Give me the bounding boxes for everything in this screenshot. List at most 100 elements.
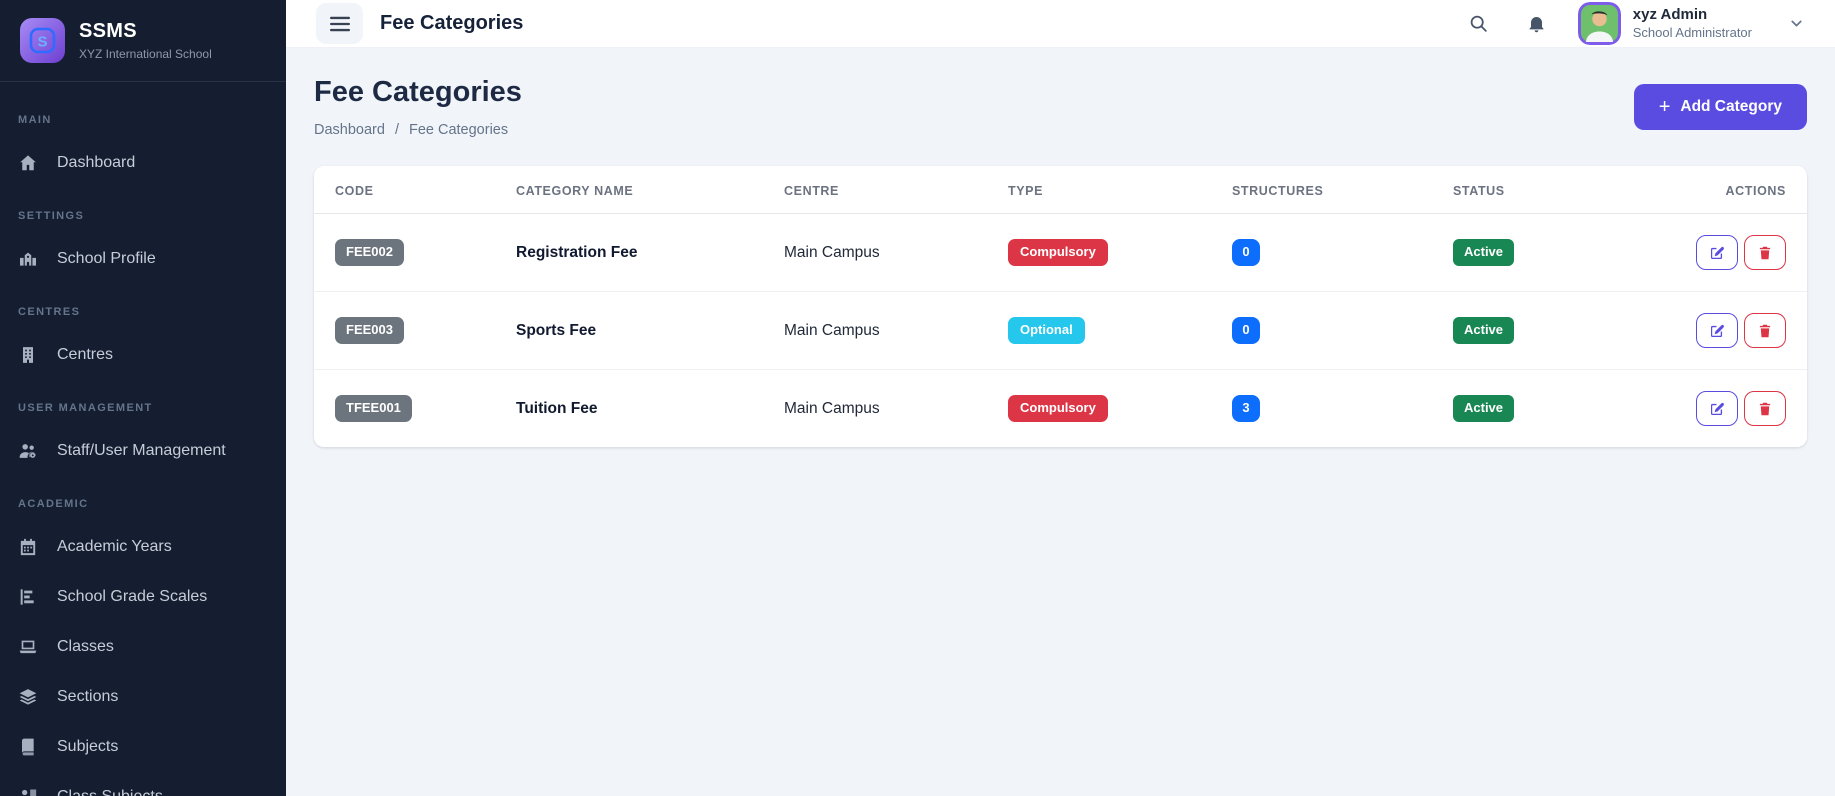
sidebar-item-school-profile[interactable]: School Profile	[0, 234, 286, 284]
table-header-row: CODECATEGORY NAMECENTRETYPESTRUCTURESSTA…	[314, 166, 1807, 214]
code-badge: TFEE001	[335, 395, 412, 422]
sidebar-item-label: Subjects	[57, 738, 118, 756]
app-root: S SSMS XYZ International School MAIN Dash…	[0, 0, 1835, 796]
sidebar-item-label: Classes	[57, 638, 114, 656]
add-category-label: Add Category	[1680, 98, 1782, 116]
nav-section-label-user-management: USER MANAGEMENT	[0, 380, 286, 426]
column-header-structures: STRUCTURES	[1218, 166, 1439, 214]
delete-button[interactable]	[1744, 391, 1786, 426]
chalkboard-user-icon	[18, 787, 38, 796]
code-badge: FEE003	[335, 317, 404, 344]
type-badge: Compulsory	[1008, 395, 1108, 422]
users-gear-icon	[18, 441, 38, 461]
topbar-title: Fee Categories	[380, 12, 523, 35]
layers-icon	[18, 687, 38, 707]
edit-icon	[1709, 323, 1725, 339]
breadcrumb-dashboard-link[interactable]: Dashboard	[314, 122, 385, 138]
column-header-actions: ACTIONS	[1639, 166, 1807, 214]
add-category-button[interactable]: + Add Category	[1634, 84, 1807, 130]
table-row-tfee001: TFEE001Tuition FeeMain CampusCompulsory3…	[314, 370, 1807, 448]
hamburger-icon	[330, 16, 350, 32]
nav-section-label-settings: SETTINGS	[0, 188, 286, 234]
sidebar-item-label: Class Subjects	[57, 788, 163, 796]
structures-count-badge: 0	[1232, 317, 1260, 344]
brand: S SSMS XYZ International School	[0, 0, 286, 82]
sidebar-item-dashboard[interactable]: Dashboard	[0, 138, 286, 188]
column-header-category-name: CATEGORY NAME	[502, 166, 770, 214]
type-badge: Compulsory	[1008, 239, 1108, 266]
chevron-down-icon[interactable]	[1788, 15, 1805, 32]
structures-count-badge: 0	[1232, 239, 1260, 266]
structures-count-badge: 3	[1232, 395, 1260, 422]
notifications-bell-icon[interactable]	[1520, 7, 1554, 41]
brand-title: SSMS	[79, 20, 212, 43]
search-icon[interactable]	[1462, 7, 1496, 41]
sidebar-item-label: Dashboard	[57, 154, 135, 172]
sidebar-item-class-subjects[interactable]: Class Subjects	[0, 772, 286, 796]
trash-icon	[1757, 401, 1773, 417]
breadcrumb-separator: /	[395, 122, 399, 138]
office-building-icon	[18, 345, 38, 365]
column-header-centre: CENTRE	[770, 166, 994, 214]
plus-icon: +	[1659, 97, 1671, 117]
edit-button[interactable]	[1696, 235, 1738, 270]
category-name: Tuition Fee	[516, 400, 598, 417]
avatar[interactable]	[1578, 2, 1621, 45]
centre-cell: Main Campus	[770, 292, 994, 370]
sidebar-item-classes[interactable]: Classes	[0, 622, 286, 672]
delete-button[interactable]	[1744, 235, 1786, 270]
centre-cell: Main Campus	[770, 214, 994, 292]
edit-button[interactable]	[1696, 313, 1738, 348]
sidebar-item-school-grade-scales[interactable]: School Grade Scales	[0, 572, 286, 622]
nav-section-label-main: MAIN	[0, 92, 286, 138]
breadcrumb-current: Fee Categories	[409, 122, 508, 138]
type-badge: Optional	[1008, 317, 1085, 344]
edit-icon	[1709, 245, 1725, 261]
home-icon	[18, 153, 38, 173]
sidebar: S SSMS XYZ International School MAIN Dash…	[0, 0, 286, 796]
sidebar-item-subjects[interactable]: Subjects	[0, 722, 286, 772]
topbar: Fee Categories	[286, 0, 1835, 48]
nav-section-label-centres: CENTRES	[0, 284, 286, 330]
sidebar-item-label: School Grade Scales	[57, 588, 207, 606]
sidebar-item-label: Centres	[57, 346, 113, 364]
breadcrumb: Dashboard / Fee Categories	[314, 122, 522, 138]
content: Fee Categories Dashboard / Fee Categorie…	[286, 48, 1835, 796]
status-badge: Active	[1453, 239, 1514, 266]
fee-categories-table-card: CODECATEGORY NAMECENTRETYPESTRUCTURESSTA…	[314, 166, 1807, 447]
column-header-status: STATUS	[1439, 166, 1639, 214]
column-header-type: TYPE	[994, 166, 1218, 214]
sidebar-item-academic-years[interactable]: Academic Years	[0, 522, 286, 572]
laptop-icon	[18, 637, 38, 657]
fee-categories-table: CODECATEGORY NAMECENTRETYPESTRUCTURESSTA…	[314, 166, 1807, 447]
delete-button[interactable]	[1744, 313, 1786, 348]
trash-icon	[1757, 323, 1773, 339]
nav-section-label-academic: ACADEMIC	[0, 476, 286, 522]
school-building-icon	[18, 249, 38, 269]
user-name: xyz Admin	[1633, 6, 1752, 23]
sidebar-item-label: Academic Years	[57, 538, 172, 556]
status-badge: Active	[1453, 395, 1514, 422]
hamburger-menu-button[interactable]	[316, 3, 363, 44]
trash-icon	[1757, 245, 1773, 261]
sidebar-item-label: Staff/User Management	[57, 442, 226, 460]
sidebar-item-label: Sections	[57, 688, 118, 706]
sidebar-nav: MAIN Dashboard SETTINGS School Profile CENTR…	[0, 82, 286, 796]
table-row-fee003: FEE003Sports FeeMain CampusOptional0Acti…	[314, 292, 1807, 370]
svg-text:S: S	[37, 34, 47, 51]
sidebar-item-label: School Profile	[57, 250, 156, 268]
book-icon	[18, 737, 38, 757]
page-title: Fee Categories	[314, 76, 522, 109]
app-logo-icon: S	[20, 18, 65, 63]
edit-icon	[1709, 401, 1725, 417]
code-badge: FEE002	[335, 239, 404, 266]
user-role: School Administrator	[1633, 26, 1752, 41]
column-header-code: CODE	[314, 166, 502, 214]
sidebar-item-sections[interactable]: Sections	[0, 672, 286, 722]
edit-button[interactable]	[1696, 391, 1738, 426]
sidebar-item-centres[interactable]: Centres	[0, 330, 286, 380]
sidebar-item-staff-user-management[interactable]: Staff/User Management	[0, 426, 286, 476]
user-menu[interactable]: xyz Admin School Administrator	[1633, 6, 1752, 41]
status-badge: Active	[1453, 317, 1514, 344]
table-row-fee002: FEE002Registration FeeMain CampusCompuls…	[314, 214, 1807, 292]
